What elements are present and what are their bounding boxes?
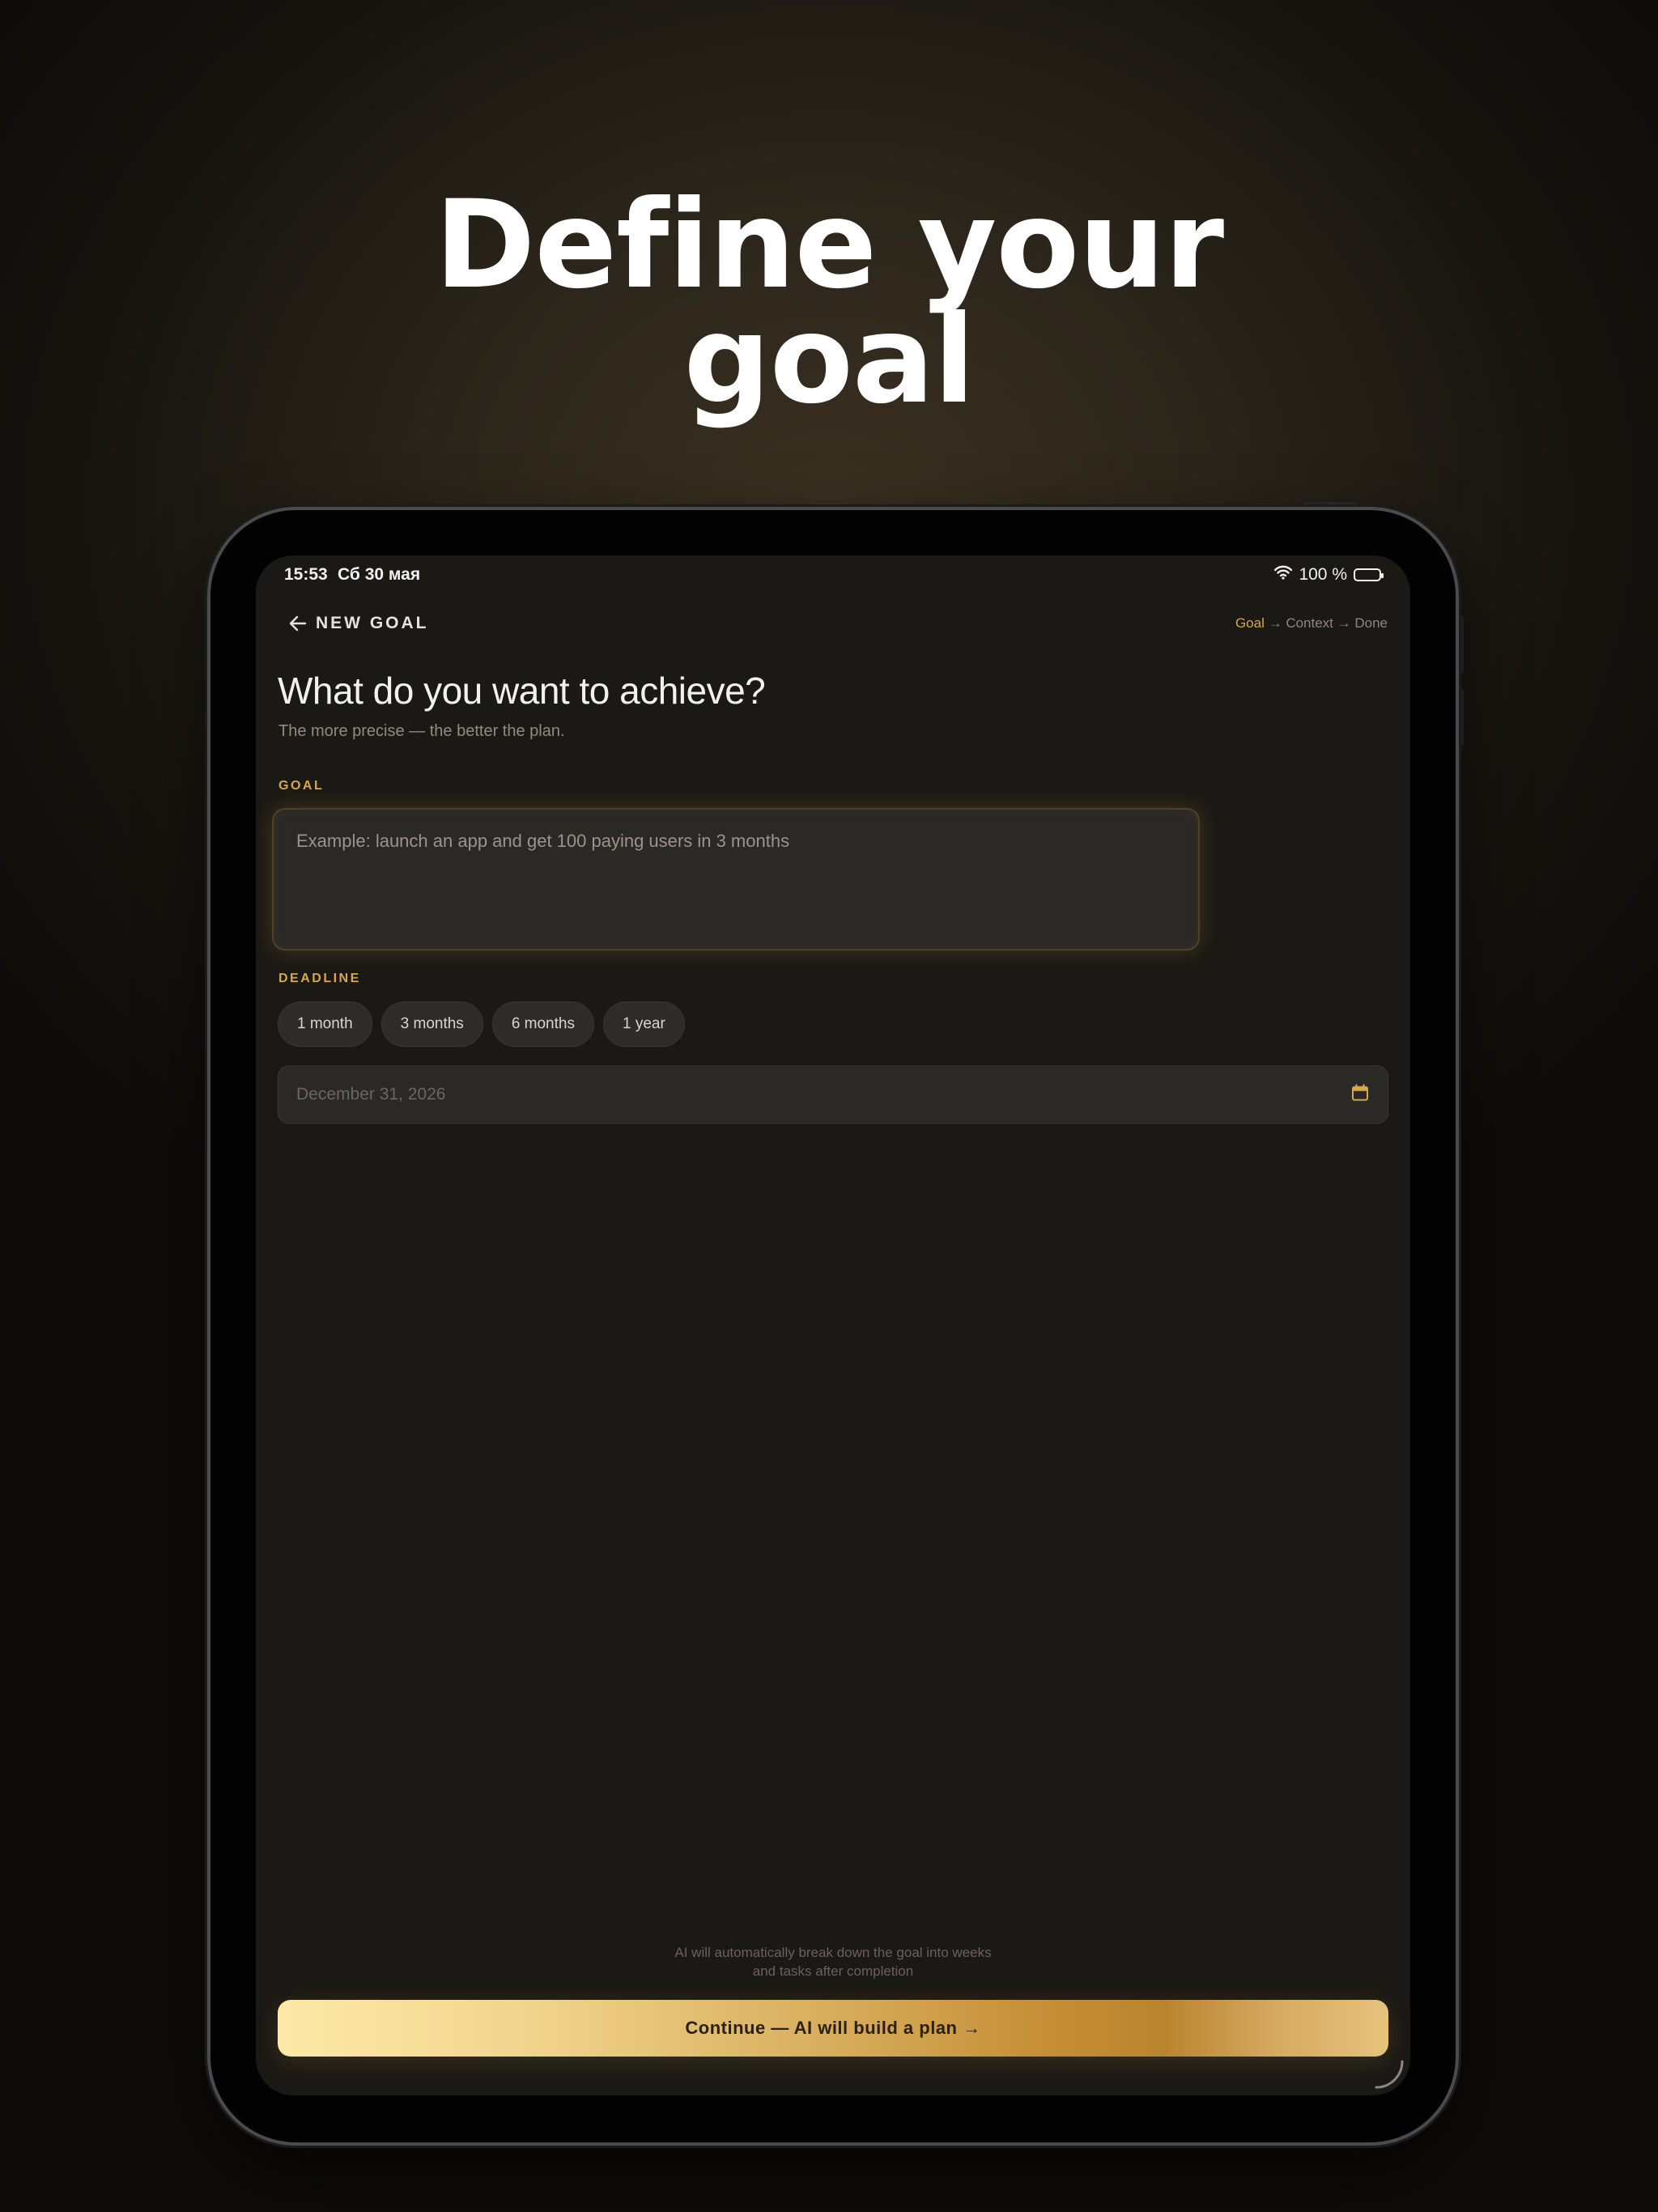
wifi-icon [1274, 565, 1293, 585]
status-bar: 15:53 Сб 30 мая 100 % [256, 555, 1410, 593]
status-right: 100 % [1274, 565, 1384, 585]
status-date: Сб 30 мая [338, 565, 421, 584]
back-button[interactable] [280, 607, 316, 643]
page-title: NEW GOAL [316, 614, 429, 632]
resize-handle-icon [1373, 2058, 1405, 2091]
battery-icon [1354, 568, 1384, 581]
deadline-chip-1-year[interactable]: 1 year [602, 1002, 685, 1047]
arrow-left-icon [287, 613, 308, 638]
step-current: Goal [1235, 615, 1265, 631]
deadline-label: DEADLINE [278, 972, 361, 985]
ai-hint-line-1: AI will automatically break down the goa… [674, 1945, 992, 1960]
goal-input[interactable] [274, 810, 1198, 949]
deadline-chip-6-months[interactable]: 6 months [491, 1002, 594, 1047]
goal-label: GOAL [278, 779, 325, 793]
main-subtitle: The more precise — the better the plan. [278, 722, 565, 740]
date-placeholder: December 31, 2026 [296, 1085, 446, 1104]
hero-title-line-1: Define your [434, 175, 1224, 316]
continue-button[interactable]: Continue — AI will build a plan → [278, 2000, 1388, 2057]
deadline-date-field[interactable]: December 31, 2026 [278, 1066, 1388, 1124]
calendar-icon[interactable] [1350, 1083, 1370, 1107]
status-time: 15:53 [284, 565, 328, 584]
ai-hint: AI will automatically break down the goa… [256, 1943, 1410, 1980]
ai-hint-line-2: and tasks after completion [752, 1963, 914, 1979]
goal-input-container [272, 808, 1200, 951]
hero-title-line-2: goal [683, 290, 975, 431]
deadline-chip-3-months[interactable]: 3 months [380, 1002, 483, 1047]
deadline-chip-1-month[interactable]: 1 month [278, 1002, 372, 1047]
deadline-options: 1 month 3 months 6 months 1 year [278, 1002, 685, 1047]
step-rest: → Context → Done [1264, 615, 1388, 631]
hero-title: Define your goal [0, 175, 1658, 431]
battery-percent: 100 % [1299, 565, 1347, 584]
step-indicator: Goal → Context → Done [1235, 615, 1388, 632]
main-heading: What do you want to achieve? [278, 670, 766, 712]
app-screen: 15:53 Сб 30 мая 100 % NEW GOAL Goal → Co… [256, 555, 1410, 2095]
